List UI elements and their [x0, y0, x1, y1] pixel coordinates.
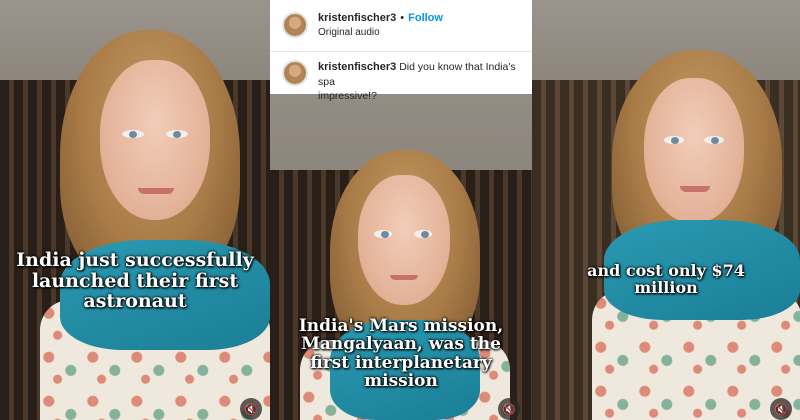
- comment-body-line2: impressive!?: [318, 90, 377, 103]
- author-meta: kristenfischer3 • Follow Original audio: [318, 12, 443, 38]
- follow-button[interactable]: Follow: [408, 12, 443, 24]
- comment-row: kristenfischer3 Did you know that India'…: [282, 60, 532, 103]
- mouth: [138, 188, 174, 194]
- eye: [664, 136, 684, 144]
- speaker-muted-icon[interactable]: 🔇: [498, 398, 520, 420]
- video-caption: and cost only $74 million: [587, 261, 745, 298]
- comment-text: kristenfischer3 Did you know that India'…: [318, 60, 532, 103]
- video-panel-right[interactable]: and cost only $74 million 🔇: [532, 0, 800, 420]
- comment-username[interactable]: kristenfischer3: [318, 61, 396, 73]
- video-caption: India's Mars mission, Mangalyaan, was th…: [298, 316, 504, 392]
- instagram-post-header: kristenfischer3 • Follow Original audio …: [270, 0, 532, 102]
- avatar[interactable]: [282, 12, 308, 38]
- speaker-muted-icon[interactable]: 🔇: [240, 398, 262, 420]
- post-author-row: kristenfischer3 • Follow Original audio: [282, 12, 532, 38]
- eye: [374, 230, 392, 238]
- eye: [166, 130, 188, 138]
- avatar[interactable]: [282, 60, 308, 86]
- person-face: [358, 175, 450, 305]
- divider: [270, 51, 532, 52]
- eye: [704, 136, 724, 144]
- video-panel-left[interactable]: India just successfully launched their f…: [0, 0, 270, 420]
- person-face: [644, 78, 744, 223]
- author-username[interactable]: kristenfischer3: [318, 12, 396, 24]
- video-caption: India just successfully launched their f…: [16, 249, 254, 313]
- person-face: [100, 60, 210, 220]
- mouth: [680, 186, 710, 192]
- eye: [122, 130, 144, 138]
- separator-dot: •: [400, 12, 405, 24]
- author-line: kristenfischer3 • Follow: [318, 12, 443, 24]
- mouth: [390, 275, 418, 280]
- eye: [414, 230, 432, 238]
- audio-label[interactable]: Original audio: [318, 27, 443, 38]
- speaker-muted-icon[interactable]: 🔇: [770, 398, 792, 420]
